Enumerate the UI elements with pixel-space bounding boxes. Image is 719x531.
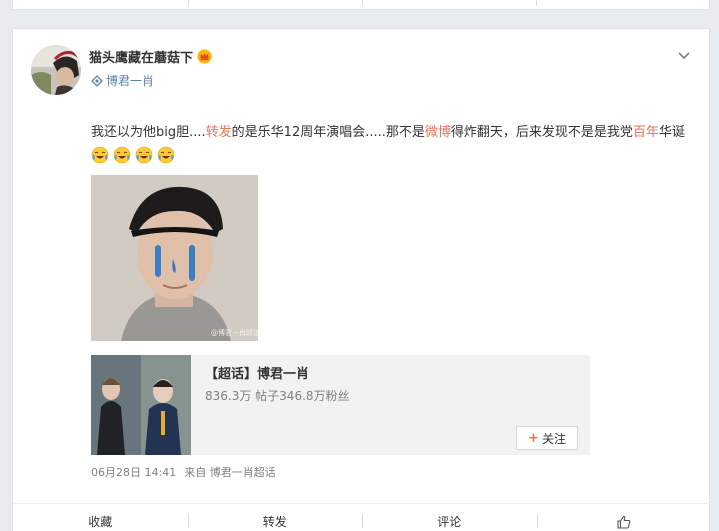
vip-crown-icon [197, 49, 212, 64]
repost-link[interactable]: 转发 [206, 125, 232, 140]
post-actions: 收藏 转发 评论 [13, 503, 711, 531]
emoji-row [91, 146, 179, 164]
centenary-link[interactable]: 百年 [633, 125, 659, 140]
previous-post-actions [12, 0, 710, 10]
from-prefix: 来自 [184, 466, 207, 479]
super-topic-icon [91, 74, 103, 87]
super-topic-card[interactable]: 【超话】博君一肖 836.3万 帖子346.8万粉丝 + 关注 [91, 355, 590, 455]
comment-button[interactable]: 评论 [362, 504, 537, 531]
post-time[interactable]: 06月28日 14:41 [91, 466, 176, 479]
post-source[interactable]: 博君一肖超话 [210, 466, 276, 479]
author-name[interactable]: 猫头鹰藏在蘑菇下 [89, 47, 212, 66]
post-meta: 06月28日 14:41 来自 博君一肖超话 [91, 464, 276, 480]
post-text: 我还以为他big胆....转发的是乐华12周年演唱会.....那不是微博得炸翻天… [91, 121, 691, 169]
super-topic-title[interactable]: 【超话】博君一肖 [205, 363, 309, 382]
follow-button[interactable]: + 关注 [516, 426, 578, 450]
svg-text:@博君一肖超话: @博君一肖超话 [211, 328, 258, 337]
plus-icon: + [528, 430, 539, 446]
avatar[interactable] [31, 45, 81, 95]
like-button[interactable] [536, 504, 712, 531]
repost-button[interactable]: 转发 [187, 504, 363, 531]
chevron-down-icon[interactable] [677, 51, 691, 61]
laugh-cry-emoji [113, 146, 131, 164]
laugh-cry-emoji [157, 146, 175, 164]
super-topic-thumbnail [91, 355, 191, 455]
laugh-cry-emoji [91, 146, 109, 164]
super-topic-link[interactable]: 博君一肖 [91, 72, 154, 89]
thumbs-up-icon [617, 515, 631, 529]
weibo-link[interactable]: 微博 [425, 125, 451, 140]
favorite-button[interactable]: 收藏 [13, 504, 188, 531]
laugh-cry-emoji [135, 146, 153, 164]
super-topic-stats: 836.3万 帖子346.8万粉丝 [205, 389, 350, 403]
post-image[interactable]: @博君一肖超话 [91, 175, 258, 341]
weibo-post-card: 猫头鹰藏在蘑菇下 博君一肖 我还以为他big胆....转发的是乐华12周年演唱会… [12, 28, 711, 531]
